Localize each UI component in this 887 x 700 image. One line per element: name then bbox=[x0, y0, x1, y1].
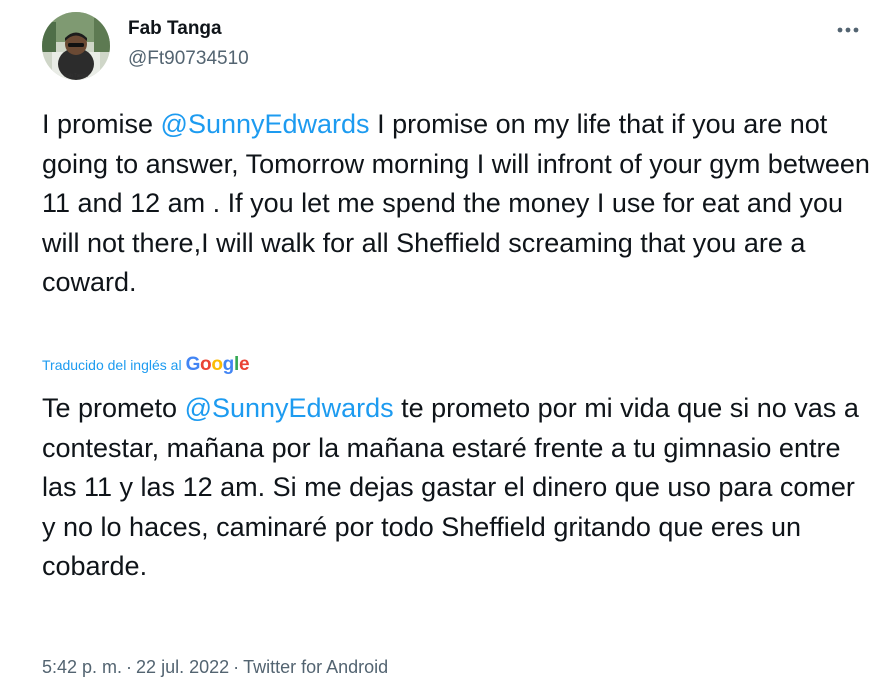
tweet-text: I promise @SunnyEdwards I promise on my … bbox=[42, 105, 872, 303]
avatar[interactable]: Fab Tanga bbox=[42, 12, 110, 80]
translated-text: Te prometo @SunnyEdwards te prometo por … bbox=[42, 389, 872, 587]
separator: · bbox=[126, 657, 133, 677]
google-logo[interactable]: Google bbox=[186, 354, 250, 376]
tweet-metadata: 5:42 p. m. · 22 jul. 2022 · Twitter for Andr… bbox=[42, 655, 388, 679]
separator: · bbox=[233, 657, 240, 677]
user-handle[interactable]: @Ft90734510 bbox=[128, 47, 249, 71]
display-name[interactable]: Fab Tanga bbox=[128, 17, 249, 41]
more-options-button[interactable] bbox=[831, 16, 865, 44]
avatar-caption: Fab Tanga bbox=[64, 73, 88, 79]
tweet-source[interactable]: Twitter for Android bbox=[243, 657, 388, 677]
translation-label[interactable]: Traducido del inglés al bbox=[42, 357, 182, 373]
author-info: Fab Tanga @Ft90734510 bbox=[128, 17, 249, 71]
mention-link[interactable]: @SunnyEdwards bbox=[161, 109, 370, 139]
tweet-date[interactable]: 22 jul. 2022 bbox=[136, 657, 229, 677]
tweet: Fab Tanga Fab Tanga @Ft90734510 I promis… bbox=[0, 0, 887, 700]
translated-mention-link[interactable]: @SunnyEdwards bbox=[185, 393, 394, 423]
tweet-text-start: I promise bbox=[42, 109, 161, 139]
avatar-image: Fab Tanga bbox=[42, 12, 110, 80]
translated-text-start: Te prometo bbox=[42, 393, 185, 423]
more-horizontal-icon bbox=[837, 27, 859, 33]
tweet-time[interactable]: 5:42 p. m. bbox=[42, 657, 122, 677]
translation-attribution: Traducido del inglés al Google bbox=[42, 353, 250, 376]
